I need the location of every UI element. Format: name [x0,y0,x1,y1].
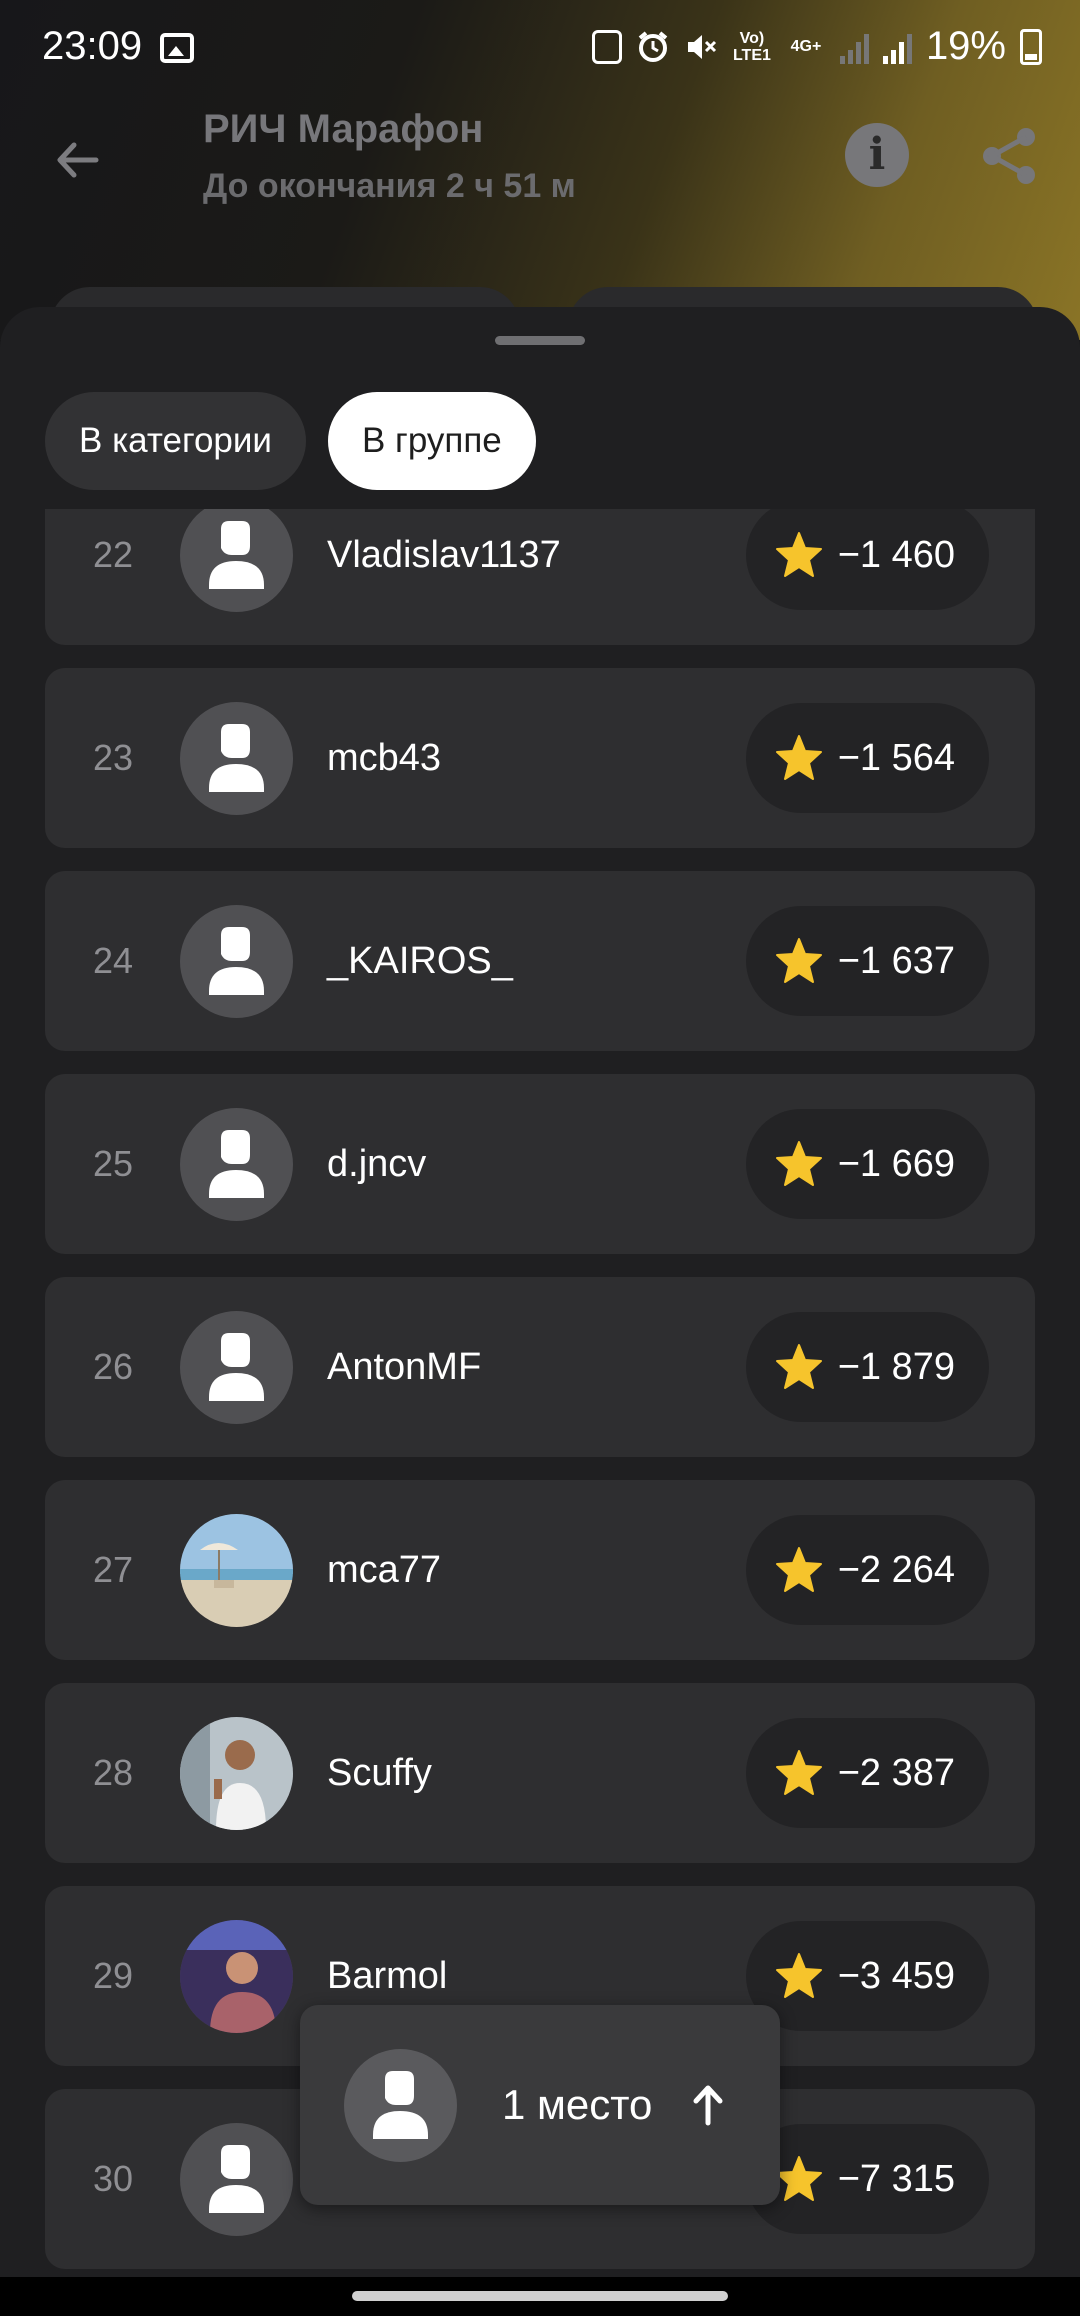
score-badge: −3 459 [745,1921,989,2031]
score-badge: −1 669 [745,1109,989,1219]
avatar [180,1311,293,1424]
star-icon [775,735,822,780]
page-title: РИЧ Марафон [203,107,484,151]
rank-number: 22 [92,534,134,575]
share-icon[interactable] [978,125,1040,187]
score-value: −2 264 [837,1548,955,1591]
battery-icon [1020,28,1042,65]
status-icons: Vo) LTE1 4G+ 19% [591,24,1042,69]
person-placeholder-icon [209,724,264,792]
star-icon [775,1547,822,1592]
user-name: Scuffy [327,1752,432,1794]
list-item[interactable]: 24 _KAIROS_ −1 637 [45,871,1035,1051]
tab-bar: В категории В группе [45,392,536,490]
app-header: РИЧ Марафон До окончания 2 ч 51 м i [0,95,1080,315]
list-item[interactable]: 27 mca77 −2 264 [45,1480,1035,1660]
list-item[interactable]: 23 mcb43 −1 564 [45,668,1035,848]
star-icon [775,938,822,983]
star-icon [775,532,822,577]
person-photo [180,1920,293,2033]
star-icon [775,1344,822,1389]
list-item[interactable]: 28 Scuffy −2 387 [45,1683,1035,1863]
person-photo [180,1717,293,1830]
list-item[interactable]: 22 Vladislav1137 −1 460 [45,509,1035,645]
signal-2-icon [882,30,912,64]
avatar [180,2123,293,2236]
leaderboard-sheet: В категории В группе 22 Vladislav1137 −1… [0,307,1080,2277]
avatar [180,1108,293,1221]
back-arrow-icon[interactable] [52,135,102,185]
alarm-icon [638,30,668,62]
avatar [180,509,293,612]
arrow-up-icon [693,2085,723,2126]
tab-in-category[interactable]: В категории [45,392,306,490]
battery-saver-icon [591,29,622,64]
score-badge: −2 387 [745,1718,989,1828]
star-icon [775,1141,822,1186]
list-item[interactable]: 26 AntonMF −1 879 [45,1277,1035,1457]
rank-number: 29 [92,1955,134,1996]
beach-photo [180,1514,293,1627]
score-value: −1 460 [837,533,955,576]
volte-indicator: Vo) LTE1 [732,29,771,64]
user-name: _KAIROS_ [327,940,513,982]
person-placeholder-icon [373,2071,428,2139]
score-badge: −1 564 [745,703,989,813]
list-item[interactable]: 25 d.jncv −1 669 [45,1074,1035,1254]
avatar [180,1920,293,2033]
score-badge: −7 315 [745,2124,989,2234]
user-name: mcb43 [327,737,442,779]
score-value: −1 564 [837,736,955,779]
score-value: −1 669 [837,1142,955,1185]
score-badge: −1 637 [745,906,989,1016]
my-place-label: 1 место [502,2081,653,2128]
countdown-subtitle: До окончания 2 ч 51 м [203,167,576,205]
person-placeholder-icon [209,1333,264,1401]
system-nav-bar [0,2277,1080,2316]
score-badge: −1 460 [745,509,989,610]
battery-percent: 19% [925,24,1006,68]
avatar [180,905,293,1018]
status-time: 23:09 [42,24,143,68]
my-avatar [344,2049,457,2162]
rank-number: 25 [92,1143,134,1184]
rank-number: 28 [92,1752,134,1793]
rank-number: 30 [92,2158,134,2199]
rank-number: 24 [92,940,134,981]
gallery-notification-icon [160,33,194,63]
person-placeholder-icon [209,521,264,589]
status-bar: 23:09 Vo) LTE1 4G+ 19% [0,0,1080,95]
user-name: AntonMF [327,1346,482,1388]
rank-number: 27 [92,1549,134,1590]
user-name: Vladislav1137 [327,534,561,576]
my-place-button[interactable]: 1 место [300,2005,780,2205]
user-name: mca77 [327,1549,442,1591]
person-placeholder-icon [209,927,264,995]
score-badge: −2 264 [745,1515,989,1625]
mute-icon [687,34,716,59]
rank-number: 26 [92,1346,134,1387]
star-icon [775,1750,822,1795]
score-value: −1 879 [837,1345,955,1388]
score-value: −7 315 [837,2157,955,2200]
score-badge: −1 879 [745,1312,989,1422]
4g-indicator: 4G+ [790,38,822,55]
avatar [180,1514,293,1627]
star-icon [775,2156,822,2201]
score-value: −2 387 [837,1751,955,1794]
avatar [180,702,293,815]
avatar [180,1717,293,1830]
score-value: −1 637 [837,939,955,982]
home-gesture-bar[interactable] [352,2291,728,2301]
star-icon [775,1953,822,1998]
tab-in-group[interactable]: В группе [327,392,536,490]
person-placeholder-icon [209,2145,264,2213]
user-name: d.jncv [327,1143,427,1185]
info-icon[interactable]: i [845,123,909,187]
sheet-drag-handle[interactable] [495,336,585,345]
signal-1-icon [839,30,869,64]
rank-number: 23 [92,737,134,778]
person-placeholder-icon [209,1130,264,1198]
score-value: −3 459 [837,1954,955,1997]
